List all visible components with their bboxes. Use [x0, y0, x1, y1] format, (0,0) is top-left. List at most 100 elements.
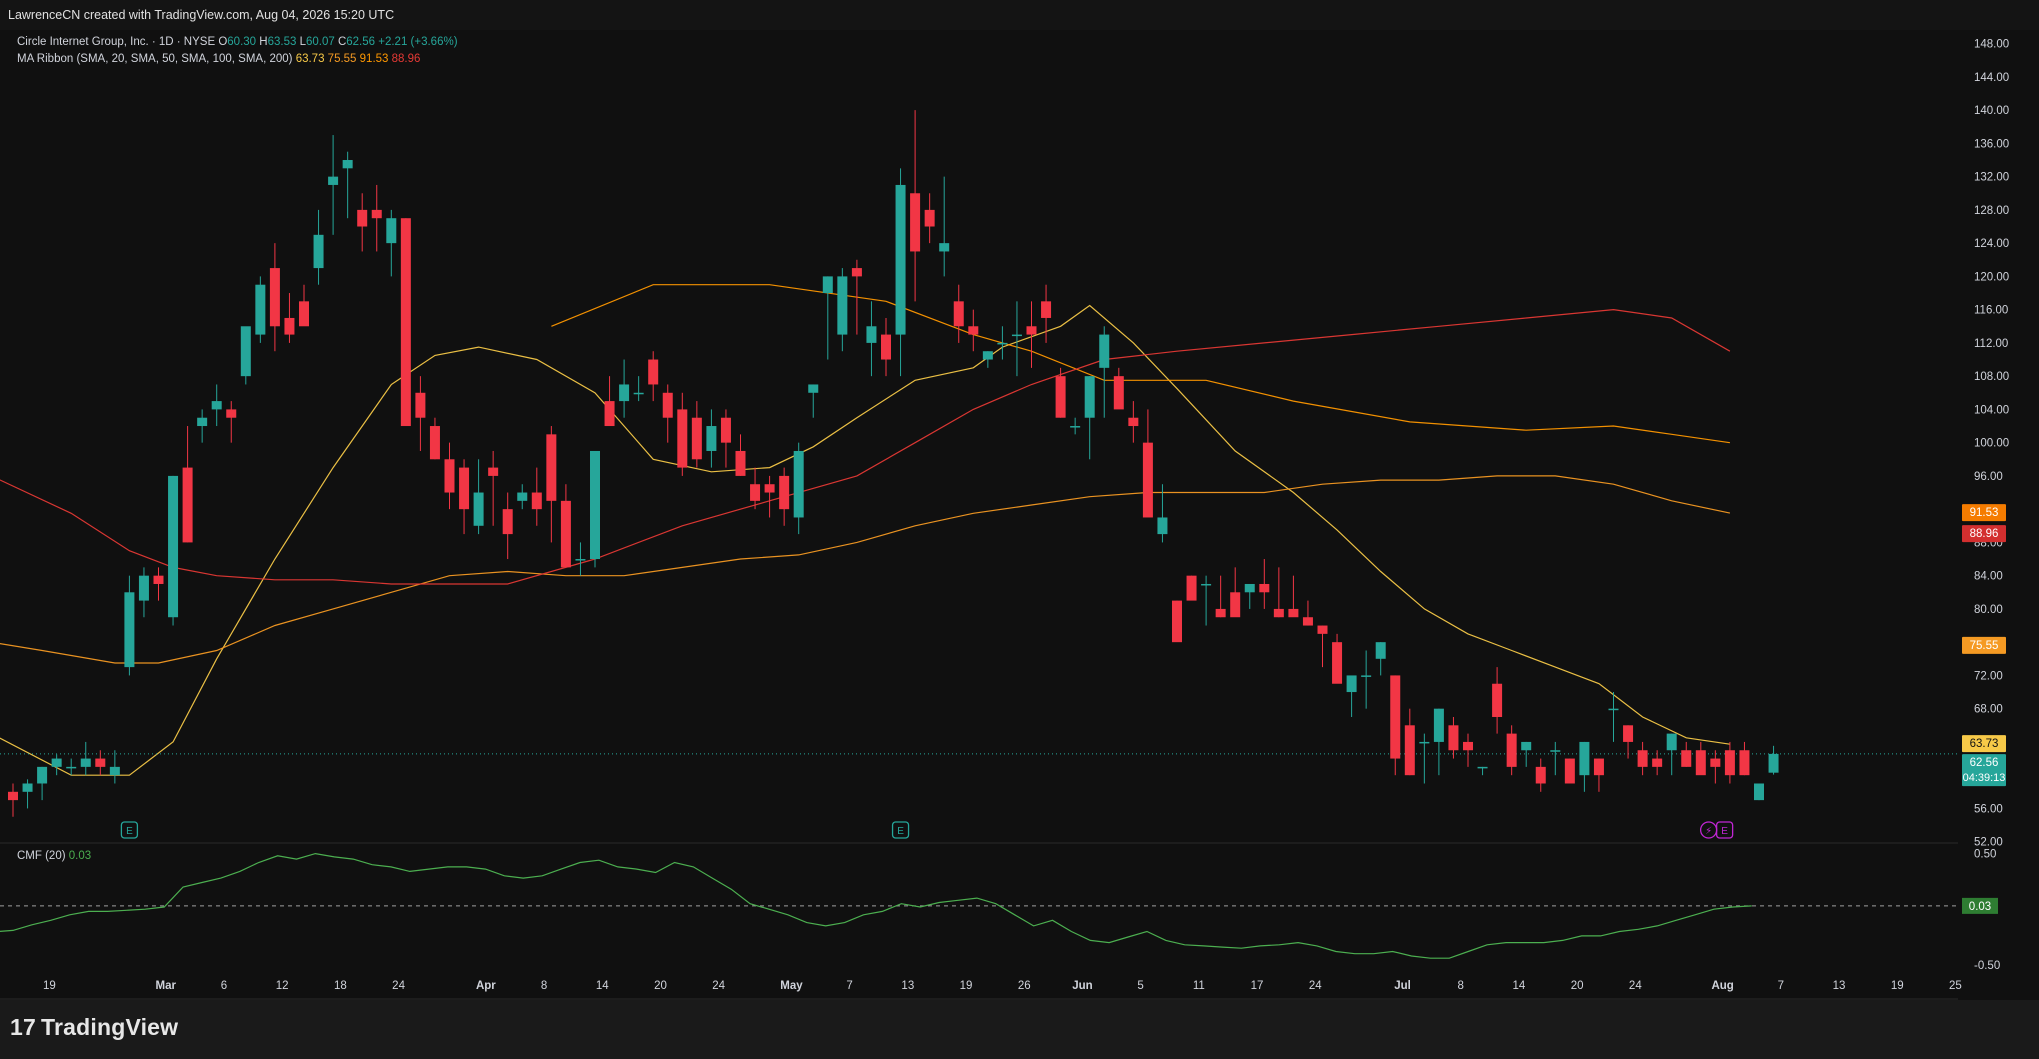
- candle-body: [1419, 741, 1430, 744]
- time-tick-label: 24: [1629, 980, 1642, 992]
- time-tick-label: Aug: [1711, 980, 1733, 992]
- time-tick-label: 6: [221, 980, 227, 992]
- candle-body: [1142, 442, 1153, 518]
- candle-body: [66, 766, 77, 769]
- price-label: 63.73: [1970, 738, 1999, 750]
- candle-body: [1259, 583, 1270, 593]
- cmf-tick-label: 0.50: [1974, 849, 1996, 861]
- price-tick-label: 116.00: [1974, 305, 2008, 317]
- price-axis[interactable]: 148.00 144.00 140.00 136.00 132.00 128.00 124.…: [1958, 30, 2039, 1000]
- candle-body: [1113, 376, 1124, 410]
- price-tick-label: 124.00: [1974, 238, 2009, 250]
- candle-body: [1463, 741, 1473, 751]
- symbol-legend: Circle Internet Group, Inc. · 1D · NYSE …: [17, 34, 458, 68]
- candle-body: [793, 450, 804, 518]
- time-tick-label: 12: [276, 980, 289, 992]
- time-tick-label: 8: [541, 980, 547, 992]
- candle-body: [881, 334, 891, 360]
- tradingview-logo-icon: 17: [10, 1014, 36, 1040]
- time-tick-label: 18: [334, 980, 347, 992]
- candle-body: [1026, 326, 1037, 335]
- earnings-label: E: [1721, 826, 1728, 837]
- time-tick-label: 8: [1458, 980, 1464, 992]
- price-tick-label: 100.00: [1974, 438, 2009, 450]
- ma-value-200: 88.96: [391, 53, 421, 65]
- candle-body: [429, 426, 440, 460]
- candle-body: [1244, 583, 1255, 593]
- candle-body: [1623, 725, 1634, 742]
- symbol-title: Circle Internet Group, Inc. · 1D · NYSE: [17, 36, 216, 48]
- candle-down: [400, 218, 411, 427]
- candle-body: [357, 209, 368, 227]
- candle-body: [1215, 608, 1226, 618]
- price-label: 91.53: [1970, 507, 1999, 519]
- candle-body: [575, 559, 586, 561]
- price-tick-label: 144.00: [1974, 72, 2009, 84]
- time-tick-label: 5: [1137, 980, 1143, 992]
- cmf-tick-label: -0.50: [1974, 960, 2000, 972]
- price-tick-label: 148.00: [1974, 39, 2009, 51]
- candle-body: [1768, 753, 1779, 773]
- candle-body: [124, 592, 135, 668]
- price-label: 75.55: [1970, 640, 1999, 652]
- time-tick-label: 13: [901, 980, 914, 992]
- low-value: 60.07: [305, 36, 335, 48]
- candle-body: [415, 392, 426, 418]
- candle-body: [633, 392, 644, 395]
- candle-body: [1666, 733, 1677, 751]
- candle-body: [1288, 608, 1299, 618]
- candle-body: [1724, 750, 1735, 776]
- close-value: 62.56: [346, 36, 376, 48]
- candle-body: [168, 475, 179, 618]
- candle-body: [648, 359, 659, 385]
- tradingview-wordmark: TradingView: [40, 1014, 179, 1040]
- ma-value-20: 63.73: [295, 53, 325, 65]
- candle-body: [1099, 334, 1110, 368]
- candle-body: [502, 509, 513, 535]
- candle-body: [1579, 741, 1590, 776]
- time-tick-label: 26: [1018, 980, 1031, 992]
- candle-body: [37, 766, 48, 784]
- candle-body: [153, 575, 164, 584]
- candle-body: [866, 326, 877, 343]
- ma-value-50: 75.55: [327, 53, 357, 65]
- time-tick-label: 11: [1193, 980, 1205, 992]
- price-tick-label: 112.00: [1974, 338, 2008, 350]
- candle-body: [1317, 625, 1328, 634]
- candle-body: [997, 342, 1008, 345]
- candle-body: [706, 426, 717, 451]
- time-tick-label: Jul: [1394, 980, 1411, 992]
- price-label: 88.96: [1970, 528, 1999, 540]
- candle-body: [1477, 766, 1488, 769]
- candle-body: [255, 284, 266, 335]
- candle-body: [371, 209, 382, 219]
- chart-background: [0, 30, 2039, 1000]
- candle-body: [1070, 426, 1081, 428]
- candle-down: [1564, 758, 1575, 784]
- candle-body: [138, 575, 149, 601]
- candle-body: [939, 243, 950, 252]
- tradingview-logo[interactable]: 17 TradingView: [10, 1014, 178, 1041]
- time-tick-label: 7: [1778, 980, 1784, 992]
- change-value: +2.21 (+3.66%): [378, 36, 458, 48]
- candle-body: [386, 218, 397, 244]
- chart-canvas[interactable]: E E ⚡ E 148.00 144.00 140.00 136.00 132.00 128.0…: [0, 0, 2039, 1059]
- candle-body: [1754, 783, 1764, 801]
- candle-body: [109, 766, 120, 776]
- candle-body: [182, 467, 193, 543]
- candle-body: [1710, 758, 1721, 767]
- candle-body: [837, 276, 848, 335]
- cmf-value: 0.03: [68, 850, 92, 862]
- candle-body: [1593, 758, 1604, 776]
- candle-body: [691, 417, 702, 460]
- candle-body: [95, 758, 106, 767]
- candle-body: [400, 218, 411, 427]
- candle-body: [1564, 758, 1575, 784]
- time-tick-label: Mar: [156, 980, 177, 992]
- candle-body: [80, 758, 91, 767]
- candle-body: [1055, 376, 1066, 418]
- price-tick-label: 72.00: [1974, 670, 2003, 682]
- time-tick-label: 25: [1949, 980, 1962, 992]
- candle-body: [895, 184, 906, 335]
- time-tick-label: 20: [654, 980, 667, 992]
